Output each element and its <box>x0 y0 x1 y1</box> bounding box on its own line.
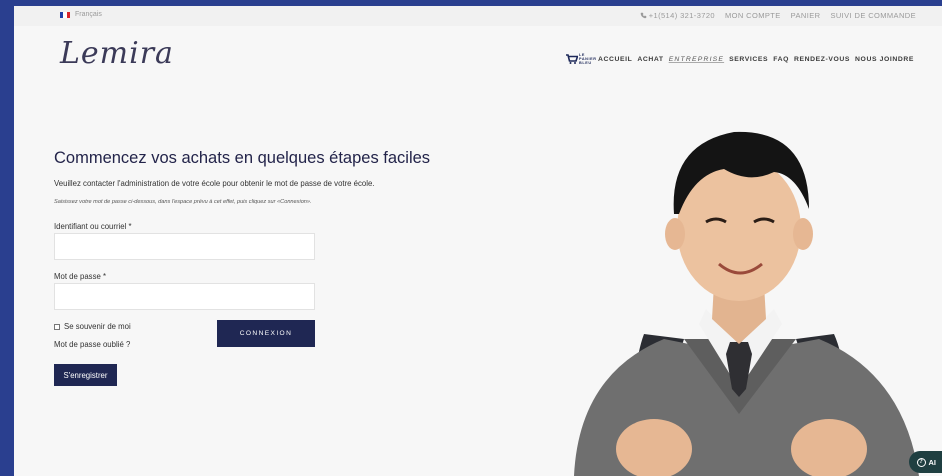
order-tracking-link[interactable]: SUIVI DE COMMANDE <box>830 11 916 20</box>
french-flag-icon <box>60 11 70 18</box>
nav-nous-joindre[interactable]: NOUS JOINDRE <box>855 56 914 63</box>
top-bar: Français +1(514) 321-3720 MON COMPTE PAN… <box>14 6 942 26</box>
panier-bleu-logo[interactable]: LE PANIER BLEU <box>565 53 597 65</box>
remember-me-checkbox[interactable] <box>54 323 60 330</box>
panier-bleu-text: LE PANIER BLEU <box>578 53 597 65</box>
main-nav: LE PANIER BLEU ACCUEIL ACHAT ENTREPRISE … <box>565 53 914 65</box>
register-button[interactable]: S'enregistrer <box>54 364 117 386</box>
lost-password-link[interactable]: Mot de passe oublié ? <box>54 340 130 349</box>
nav-services[interactable]: SERVICES <box>729 56 768 63</box>
password-field[interactable] <box>54 283 315 310</box>
help-widget-button[interactable]: ? AI <box>908 451 942 473</box>
language-label: Français <box>75 11 102 18</box>
help-label: AI <box>928 457 937 467</box>
remember-me-label: Se souvenir de moi <box>64 322 131 331</box>
instruction-note: Saisissez votre mot de passe ci-dessous,… <box>54 199 312 205</box>
my-account-link[interactable]: MON COMPTE <box>725 11 781 20</box>
page-description: Veuillez contacter l'administration de v… <box>54 179 375 188</box>
top-links: +1(514) 321-3720 MON COMPTE PANIER SUIVI… <box>640 11 916 20</box>
password-label: Mot de passe * <box>54 272 107 281</box>
nav-rendez-vous[interactable]: RENDEZ-VOUS <box>794 56 850 63</box>
nav-entreprise[interactable]: ENTREPRISE <box>669 56 724 63</box>
username-field[interactable] <box>54 233 315 260</box>
nav-achat[interactable]: ACHAT <box>637 56 663 63</box>
phone-number: +1(514) 321-3720 <box>648 11 715 20</box>
remember-me[interactable]: Se souvenir de moi <box>54 322 131 331</box>
question-circle-icon: ? <box>916 457 926 467</box>
page-frame: Français +1(514) 321-3720 MON COMPTE PAN… <box>14 6 942 476</box>
phone-link[interactable]: +1(514) 321-3720 <box>640 11 715 20</box>
site-logo[interactable]: Lemira <box>60 36 174 71</box>
username-label: Identifiant ou courriel * <box>54 222 132 231</box>
phone-icon <box>640 12 647 19</box>
cart-link[interactable]: PANIER <box>791 11 821 20</box>
nav-accueil[interactable]: ACCUEIL <box>598 56 632 63</box>
schoolboy-photo <box>574 131 919 476</box>
page-title: Commencez vos achats en quelques étapes … <box>54 149 431 167</box>
nav-faq[interactable]: FAQ <box>773 56 789 63</box>
language-switcher[interactable]: Français <box>60 11 102 18</box>
shopping-cart-icon <box>565 54 578 64</box>
login-button[interactable]: CONNEXION <box>217 320 315 347</box>
